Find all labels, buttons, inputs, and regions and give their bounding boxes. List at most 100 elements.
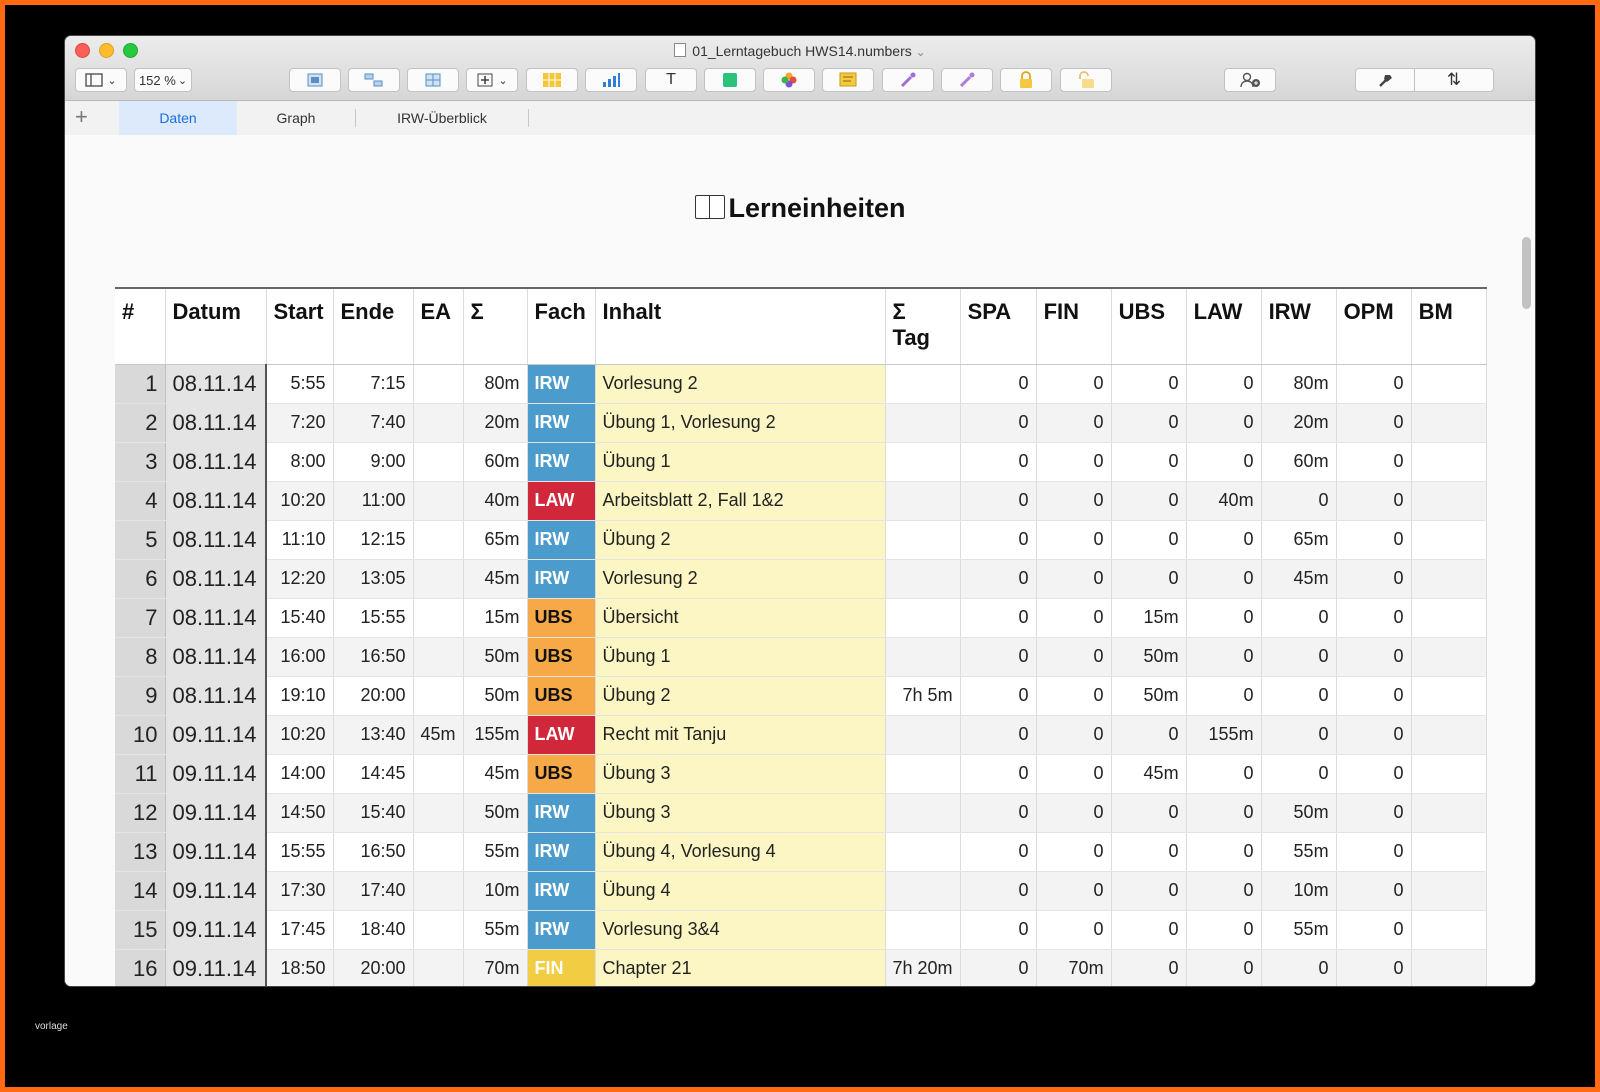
comment-button[interactable] bbox=[822, 68, 874, 92]
cell-spa[interactable]: 0 bbox=[960, 481, 1037, 521]
cell-inhalt[interactable]: Vorlesung 3&4 bbox=[595, 910, 886, 950]
cell-n[interactable]: 4 bbox=[115, 481, 166, 521]
cell-sum[interactable]: 15m bbox=[463, 598, 528, 638]
column-header[interactable]: Inhalt bbox=[595, 287, 886, 365]
cell-fach[interactable]: IRW bbox=[527, 910, 596, 950]
cell-fach[interactable]: IRW bbox=[527, 559, 596, 599]
media-button[interactable] bbox=[763, 68, 815, 92]
cell-irw[interactable]: 0 bbox=[1261, 637, 1337, 677]
cell-fin[interactable]: 0 bbox=[1036, 637, 1112, 677]
cell-bm[interactable] bbox=[1411, 364, 1487, 404]
cell-n[interactable]: 13 bbox=[115, 832, 166, 872]
cell-law[interactable]: 0 bbox=[1186, 403, 1262, 443]
cell-ea[interactable] bbox=[413, 520, 464, 560]
arrange-button[interactable] bbox=[348, 68, 400, 92]
cell-fin[interactable]: 0 bbox=[1036, 754, 1112, 794]
cell-law[interactable]: 155m bbox=[1186, 715, 1262, 755]
column-header[interactable]: # bbox=[115, 287, 166, 365]
cell-ende[interactable]: 18:40 bbox=[333, 910, 414, 950]
column-header[interactable]: Fach bbox=[527, 287, 596, 365]
cell-ende[interactable]: 13:05 bbox=[333, 559, 414, 599]
tab-graph[interactable]: Graph bbox=[237, 101, 355, 135]
cell-fach[interactable]: FIN bbox=[527, 949, 596, 986]
cell-start[interactable]: 7:20 bbox=[266, 403, 334, 443]
cell-irw[interactable]: 0 bbox=[1261, 754, 1337, 794]
cell-bm[interactable] bbox=[1411, 637, 1487, 677]
cell-law[interactable]: 0 bbox=[1186, 637, 1262, 677]
cell-law[interactable]: 0 bbox=[1186, 949, 1262, 986]
cell-opm[interactable]: 0 bbox=[1336, 910, 1412, 950]
cell-irw[interactable]: 65m bbox=[1261, 520, 1337, 560]
column-header[interactable]: Σ bbox=[463, 287, 528, 365]
cell-irw[interactable]: 60m bbox=[1261, 442, 1337, 482]
cell-spa[interactable]: 0 bbox=[960, 442, 1037, 482]
cell-datum[interactable]: 08.11.14 bbox=[165, 676, 267, 716]
cell-n[interactable]: 16 bbox=[115, 949, 166, 986]
cell-ubs[interactable]: 0 bbox=[1111, 481, 1187, 521]
cell-datum[interactable]: 09.11.14 bbox=[165, 871, 267, 911]
cell-ubs[interactable]: 50m bbox=[1111, 637, 1187, 677]
cell-datum[interactable]: 08.11.14 bbox=[165, 481, 267, 521]
cell-start[interactable]: 19:10 bbox=[266, 676, 334, 716]
cell-fach[interactable]: LAW bbox=[527, 715, 596, 755]
add-column-button[interactable]: ⌄ bbox=[466, 68, 518, 92]
cell-opm[interactable]: 0 bbox=[1336, 598, 1412, 638]
cell-spa[interactable]: 0 bbox=[960, 598, 1037, 638]
cell-n[interactable]: 5 bbox=[115, 520, 166, 560]
cell-ende[interactable]: 7:15 bbox=[333, 364, 414, 404]
cell-datum[interactable]: 09.11.14 bbox=[165, 754, 267, 794]
document-title[interactable]: 01_Lerntagebuch HWS14.numbers ⌄ bbox=[65, 43, 1535, 59]
cell-fach[interactable]: IRW bbox=[527, 793, 596, 833]
cell-ea[interactable] bbox=[413, 598, 464, 638]
cell-bm[interactable] bbox=[1411, 481, 1487, 521]
column-header[interactable]: Σ Tag bbox=[885, 287, 961, 365]
cell-spa[interactable]: 0 bbox=[960, 403, 1037, 443]
column-header[interactable]: Start bbox=[266, 287, 334, 365]
cell-tag[interactable]: 7h 5m bbox=[885, 676, 961, 716]
cell-ende[interactable]: 15:55 bbox=[333, 598, 414, 638]
cell-inhalt[interactable]: Vorlesung 2 bbox=[595, 559, 886, 599]
cell-start[interactable]: 8:00 bbox=[266, 442, 334, 482]
tint-button[interactable] bbox=[882, 68, 934, 92]
cell-sum[interactable]: 60m bbox=[463, 442, 528, 482]
cell-n[interactable]: 8 bbox=[115, 637, 166, 677]
cell-tag[interactable] bbox=[885, 715, 961, 755]
cell-ende[interactable]: 12:15 bbox=[333, 520, 414, 560]
cell-start[interactable]: 14:00 bbox=[266, 754, 334, 794]
cell-fach[interactable]: UBS bbox=[527, 754, 596, 794]
cell-inhalt[interactable]: Arbeitsblatt 2, Fall 1&2 bbox=[595, 481, 886, 521]
column-header[interactable]: UBS bbox=[1111, 287, 1187, 365]
cell-opm[interactable]: 0 bbox=[1336, 481, 1412, 521]
cell-n[interactable]: 15 bbox=[115, 910, 166, 950]
cell-spa[interactable]: 0 bbox=[960, 754, 1037, 794]
cell-inhalt[interactable]: Übung 2 bbox=[595, 676, 886, 716]
vertical-scrollbar[interactable] bbox=[1522, 237, 1531, 309]
cell-ende[interactable]: 20:00 bbox=[333, 949, 414, 986]
cell-bm[interactable] bbox=[1411, 598, 1487, 638]
cell-ende[interactable]: 20:00 bbox=[333, 676, 414, 716]
cell-start[interactable]: 15:40 bbox=[266, 598, 334, 638]
cell-inhalt[interactable]: Übung 3 bbox=[595, 793, 886, 833]
cell-fin[interactable]: 0 bbox=[1036, 559, 1112, 599]
cell-fach[interactable]: UBS bbox=[527, 637, 596, 677]
cell-bm[interactable] bbox=[1411, 754, 1487, 794]
cell-ende[interactable]: 13:40 bbox=[333, 715, 414, 755]
cell-inhalt[interactable]: Übersicht bbox=[595, 598, 886, 638]
cell-spa[interactable]: 0 bbox=[960, 637, 1037, 677]
cell-law[interactable]: 0 bbox=[1186, 793, 1262, 833]
cell-bm[interactable] bbox=[1411, 949, 1487, 986]
cell-sum[interactable]: 45m bbox=[463, 754, 528, 794]
cell-bm[interactable] bbox=[1411, 715, 1487, 755]
cell-spa[interactable]: 0 bbox=[960, 910, 1037, 950]
cell-fach[interactable]: IRW bbox=[527, 403, 596, 443]
cell-sum[interactable]: 50m bbox=[463, 637, 528, 677]
cell-tag[interactable] bbox=[885, 598, 961, 638]
cell-bm[interactable] bbox=[1411, 442, 1487, 482]
cell-opm[interactable]: 0 bbox=[1336, 676, 1412, 716]
cell-ea[interactable] bbox=[413, 403, 464, 443]
cell-irw[interactable]: 10m bbox=[1261, 871, 1337, 911]
unlock-button[interactable] bbox=[1060, 68, 1112, 92]
cell-bm[interactable] bbox=[1411, 676, 1487, 716]
cell-spa[interactable]: 0 bbox=[960, 793, 1037, 833]
cell-sum[interactable]: 10m bbox=[463, 871, 528, 911]
